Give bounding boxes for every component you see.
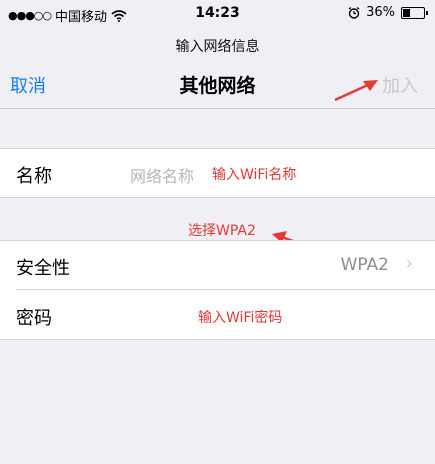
security-label: 安全性: [16, 258, 70, 279]
join-arrow-annotation: [334, 80, 378, 102]
password-label: 密码: [16, 308, 52, 329]
name-hint-annotation: 输入WiFi名称: [212, 167, 297, 183]
status-bar: ●●●○○ 中国移动 14:23 36%: [0, 0, 435, 28]
battery-percent: 36%: [366, 5, 395, 20]
battery-level-fill: [403, 8, 411, 17]
chevron-right-icon: ›: [405, 253, 413, 274]
battery-icon: [401, 6, 428, 19]
cell-divider: [0, 148, 435, 149]
join-button[interactable]: 加入: [382, 72, 418, 98]
network-name-input[interactable]: 网络名称: [130, 163, 194, 187]
network-name-cell[interactable]: 名称 网络名称 输入WiFi名称: [0, 148, 435, 198]
cell-divider: [0, 197, 435, 198]
password-cell[interactable]: 密码 输入WiFi密码: [0, 290, 435, 340]
security-value: WPA2: [340, 255, 389, 275]
screen-subtitle: 输入网络信息: [175, 39, 260, 55]
status-right: 36%: [348, 5, 428, 20]
navbar-divider: [0, 108, 435, 109]
network-name-label: 名称: [16, 166, 52, 187]
alarm-clock-icon: [348, 6, 360, 19]
security-cell[interactable]: 安全性 WPA2 ›: [0, 240, 435, 290]
cell-divider: [0, 339, 435, 340]
cell-divider: [0, 240, 435, 241]
security-hint-annotation: 选择WPA2: [188, 223, 256, 239]
password-hint-annotation: 输入WiFi密码: [198, 310, 283, 326]
